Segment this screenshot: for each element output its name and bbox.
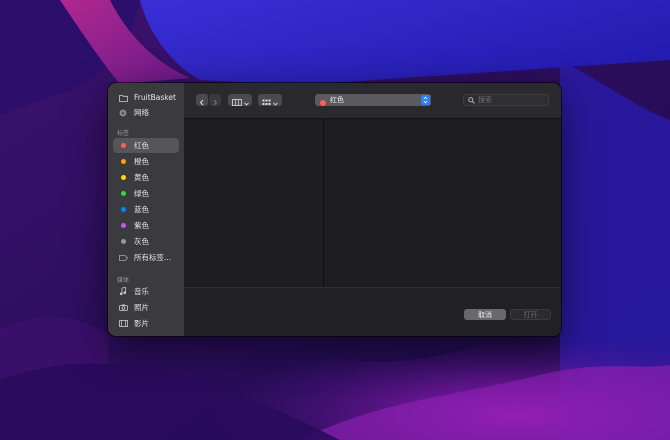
sidebar: FruitBasket 网络 标签 红色 橙色 黄色 绿色 蓝色 紫色 灰色 所…: [108, 83, 185, 336]
toolbar: 红色 搜索: [184, 83, 561, 119]
cancel-button[interactable]: 取消: [464, 309, 506, 320]
open-file-dialog: FruitBasket 网络 标签 红色 橙色 黄色 绿色 蓝色 紫色 灰色 所…: [108, 83, 561, 336]
columns-view-icon: [231, 91, 242, 110]
sidebar-item-label: 紫色: [134, 221, 149, 230]
network-globe-icon: [116, 109, 130, 117]
chevron-left-icon: [199, 91, 205, 110]
sidebar-tag-gray[interactable]: 灰色: [113, 234, 179, 249]
sidebar-item-label: 蓝色: [134, 205, 149, 214]
chevron-down-icon: [273, 91, 278, 110]
sidebar-item-label: 影片: [134, 319, 149, 328]
tags-heading: 标签: [117, 130, 130, 137]
main-panel: 红色 搜索 取消 打开: [184, 83, 561, 336]
yellow-tag-dot-icon: [116, 175, 130, 180]
sidebar-item-label: 灰色: [134, 237, 149, 246]
sidebar-tag-red[interactable]: 红色: [113, 138, 179, 153]
open-button[interactable]: 打开: [510, 309, 551, 320]
chevron-right-icon: [212, 91, 218, 110]
sidebar-tag-yellow[interactable]: 黄色: [113, 170, 179, 185]
sidebar-item-label: FruitBasket: [134, 93, 176, 102]
location-label: 红色: [330, 96, 344, 104]
back-button[interactable]: [196, 94, 208, 106]
sidebar-item-label: 照片: [134, 303, 149, 312]
sidebar-tag-purple[interactable]: 紫色: [113, 218, 179, 233]
blue-tag-dot-icon: [116, 207, 130, 212]
media-heading: 媒体: [117, 277, 130, 284]
sidebar-media-photos[interactable]: 照片: [113, 300, 179, 315]
sidebar-media-movies[interactable]: 影片: [113, 316, 179, 331]
sidebar-item-fruitbasket[interactable]: FruitBasket: [113, 90, 179, 105]
purple-tag-dot-icon: [116, 223, 130, 228]
gray-tag-dot-icon: [116, 239, 130, 244]
location-popup[interactable]: 红色: [315, 94, 431, 106]
forward-button[interactable]: [209, 94, 221, 106]
green-tag-dot-icon: [116, 191, 130, 196]
group-view-button[interactable]: [258, 94, 282, 106]
sidebar-item-label: 红色: [134, 141, 149, 150]
sidebar-all-tags[interactable]: 所有标签...: [113, 250, 179, 265]
sidebar-item-label: 橙色: [134, 157, 149, 166]
orange-tag-dot-icon: [116, 159, 130, 164]
sidebar-tag-green[interactable]: 绿色: [113, 186, 179, 201]
sidebar-tag-orange[interactable]: 橙色: [113, 154, 179, 169]
column-view-button[interactable]: [228, 94, 252, 106]
chevron-down-icon: [243, 91, 249, 110]
divider: [184, 287, 561, 288]
sidebar-item-label: 黄色: [134, 173, 149, 182]
search-icon: [468, 96, 475, 104]
sidebar-item-label: 绿色: [134, 189, 149, 198]
grid-view-icon: [262, 91, 271, 110]
file-browser[interactable]: [184, 119, 561, 287]
sidebar-item-label: 所有标签...: [134, 253, 172, 262]
column-divider[interactable]: [323, 119, 324, 287]
up-down-chevron-icon: [421, 95, 430, 105]
folder-icon: [116, 94, 130, 102]
red-tag-dot-icon: [116, 143, 130, 148]
music-note-icon: [116, 287, 130, 296]
camera-icon: [116, 304, 130, 311]
film-icon: [116, 320, 130, 327]
search-placeholder: 搜索: [478, 96, 492, 104]
red-tag-dot-icon: [320, 91, 326, 110]
search-field[interactable]: 搜索: [463, 94, 549, 106]
sidebar-tag-blue[interactable]: 蓝色: [113, 202, 179, 217]
all-tags-icon: [116, 254, 130, 261]
sidebar-item-label: 音乐: [134, 287, 149, 296]
sidebar-item-network[interactable]: 网络: [113, 105, 179, 120]
sidebar-item-label: 网络: [134, 108, 149, 117]
sidebar-media-music[interactable]: 音乐: [113, 284, 179, 299]
